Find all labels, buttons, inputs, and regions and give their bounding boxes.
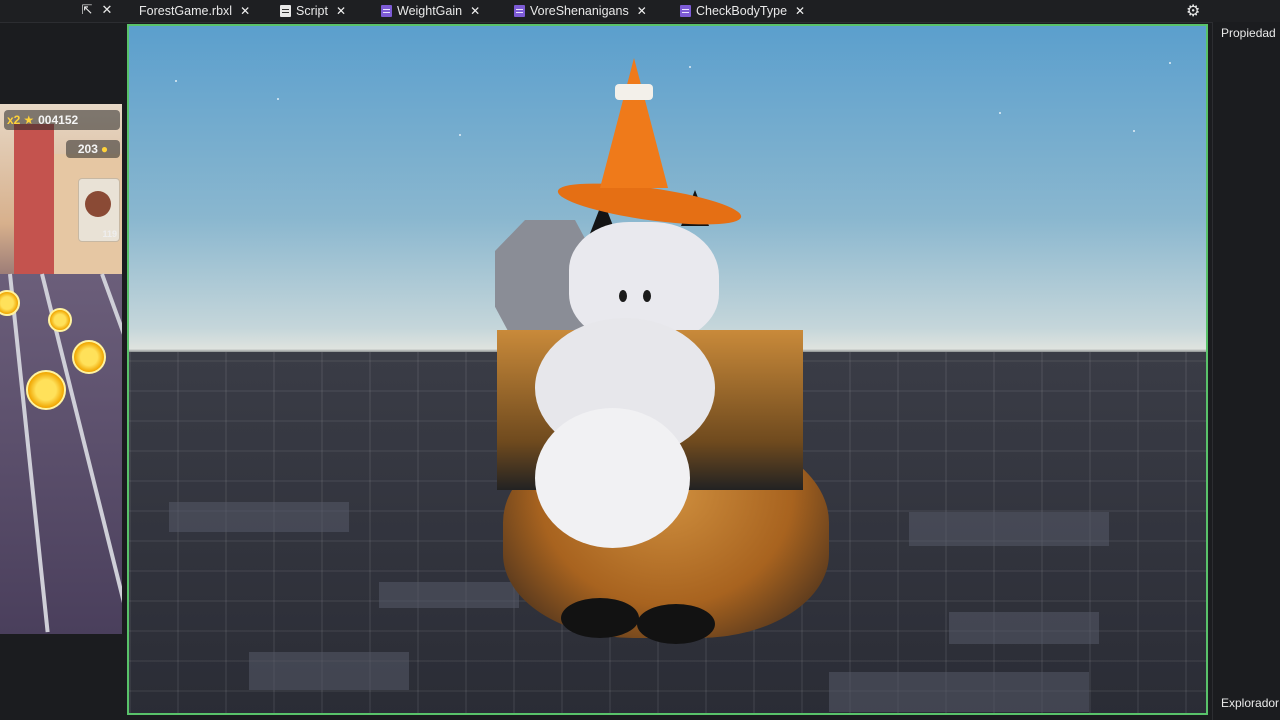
star-dot: [1169, 62, 1171, 64]
undock-icon[interactable]: ⇱: [80, 2, 94, 18]
module-script-icon: [514, 5, 525, 17]
score-hud: x2 ★ 004152: [4, 110, 120, 130]
tab-voreshenanigans[interactable]: VoreShenanigans ✕: [514, 0, 647, 22]
star-dot: [1133, 130, 1135, 132]
eye: [643, 290, 651, 302]
avatar: [85, 191, 111, 217]
floor-tile: [909, 512, 1109, 546]
foot: [637, 604, 715, 644]
tab-label: Script: [296, 4, 328, 18]
coin-count: 203: [77, 142, 98, 156]
coin-counter: 203 ●: [66, 140, 120, 158]
score-text: 004152: [38, 113, 79, 127]
tab-checkbodytype[interactable]: CheckBodyType ✕: [680, 0, 805, 22]
belly: [535, 408, 690, 548]
coin-icon: [26, 370, 66, 410]
tab-script[interactable]: Script ✕: [280, 0, 346, 22]
tab-weightgain[interactable]: WeightGain ✕: [381, 0, 480, 22]
eye: [619, 290, 627, 302]
coin-icon: [48, 308, 72, 332]
script-icon: [280, 5, 291, 17]
floor-tile: [249, 652, 409, 690]
module-script-icon: [680, 5, 691, 17]
explorer-panel-title[interactable]: Explorador: [1221, 696, 1279, 710]
tab-label: ForestGame.rbxl: [139, 4, 233, 18]
coin-icon: [72, 340, 106, 374]
close-icon[interactable]: ✕: [336, 1, 346, 21]
overlay-video: x2 ★ 004152 203 ● 119: [0, 104, 122, 634]
close-icon[interactable]: ✕: [795, 1, 805, 21]
foot: [561, 598, 639, 638]
floor-tile: [829, 672, 1089, 712]
multiplier-text: x2: [7, 113, 21, 127]
right-panel: Propiedad Explorador: [1212, 22, 1280, 720]
module-script-icon: [381, 5, 392, 17]
tab-forestgame[interactable]: ForestGame.rbxl ✕: [139, 0, 250, 22]
close-icon[interactable]: ✕: [637, 1, 647, 21]
star-icon: ★: [23, 113, 35, 127]
close-icon[interactable]: ✕: [470, 1, 480, 21]
star-dot: [459, 134, 461, 136]
gear-icon[interactable]: ⚙: [1186, 1, 1200, 21]
close-icon[interactable]: ✕: [240, 1, 250, 21]
coin-icon: ●: [100, 142, 109, 156]
star-dot: [999, 112, 1001, 114]
building: [14, 124, 54, 274]
floor-tile: [949, 612, 1099, 644]
powerup-count: 119: [102, 229, 117, 239]
rail: [8, 273, 50, 633]
star-dot: [277, 98, 279, 100]
star-dot: [175, 80, 177, 82]
cone-stripe: [615, 84, 653, 100]
avatar-character[interactable]: [495, 58, 837, 658]
tab-label: CheckBodyType: [696, 4, 788, 18]
properties-panel-title[interactable]: Propiedad: [1221, 26, 1276, 40]
tab-label: WeightGain: [397, 4, 463, 18]
floor-tile: [169, 502, 349, 532]
left-panel-header: ⇱ ✕: [0, 0, 122, 22]
close-icon[interactable]: ✕: [100, 2, 114, 18]
powerup-card: 119: [78, 178, 120, 242]
tab-label: VoreShenanigans: [530, 4, 629, 18]
traffic-cone-hat: [600, 58, 668, 188]
3d-viewport[interactable]: [127, 24, 1208, 715]
